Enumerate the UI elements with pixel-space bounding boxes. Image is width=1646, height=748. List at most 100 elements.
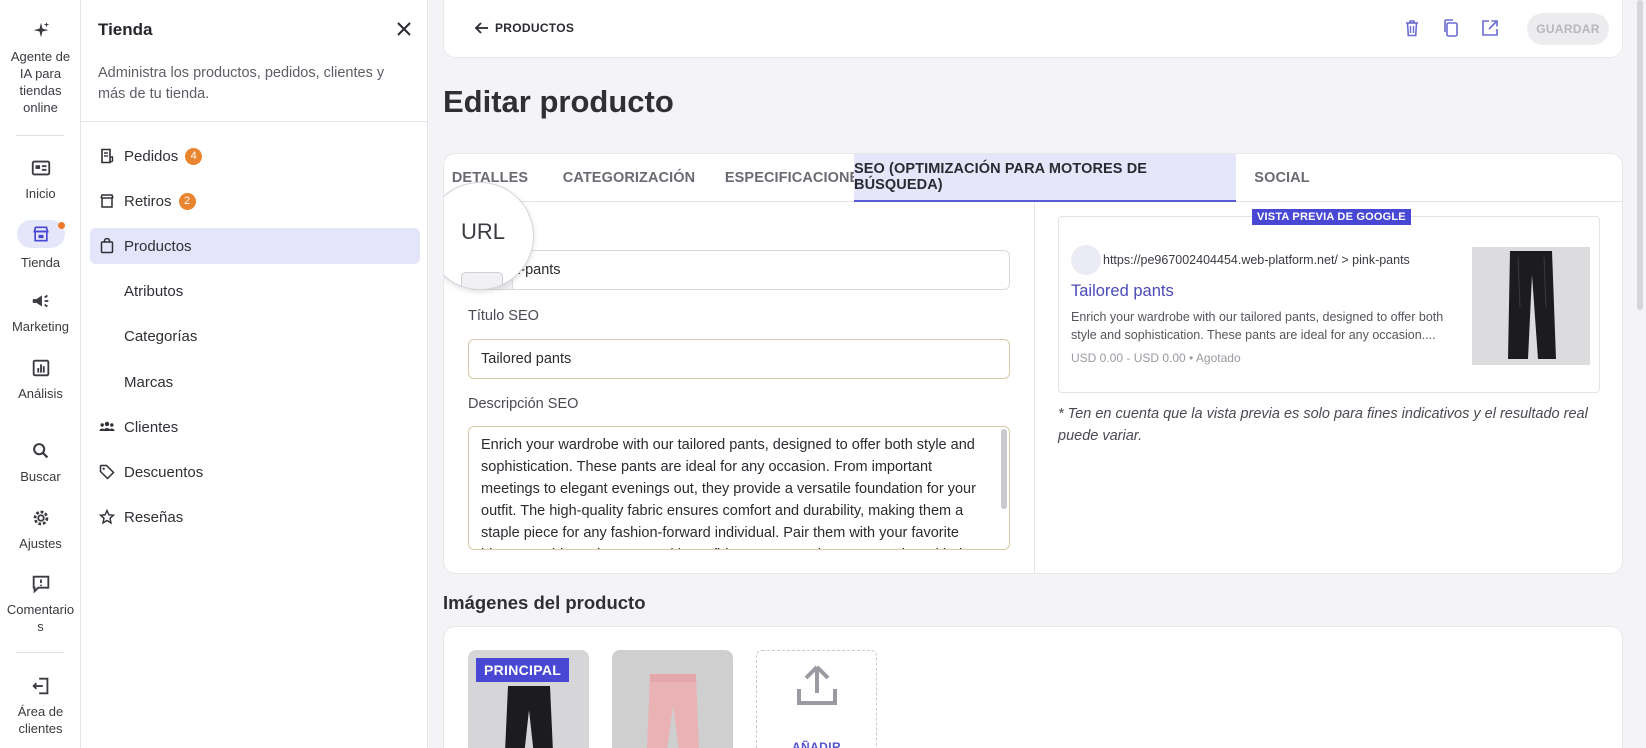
tab-categorizacion[interactable]: CATEGORIZACIÓN xyxy=(540,154,718,202)
tab-social[interactable]: SOCIAL xyxy=(1244,154,1320,202)
product-image-pink[interactable] xyxy=(612,650,733,748)
rail-item-ai-agent[interactable]: Agente de IA para tiendas online xyxy=(0,20,81,116)
seo-title-input[interactable]: Tailored pants xyxy=(468,339,1010,379)
receipt-icon xyxy=(99,148,115,164)
rail-label: Ajustes xyxy=(19,536,62,551)
sidebar-item-label: Reseñas xyxy=(124,508,184,526)
preview-description: Enrich your wardrobe with our tailored p… xyxy=(1071,310,1444,342)
product-edit-card: DETALLES CATEGORIZACIÓN ESPECIFICACIONES… xyxy=(443,153,1623,574)
rail-label: Agente de IA para tiendas online xyxy=(10,49,71,115)
page-scrollbar[interactable] xyxy=(1637,0,1643,310)
count-badge: 4 xyxy=(185,147,203,165)
seo-description-label: Descripción SEO xyxy=(468,396,579,412)
sidebar-item-descuentos[interactable]: Descuentos xyxy=(90,454,420,490)
tag-icon xyxy=(99,464,115,480)
seo-description-textarea[interactable]: Enrich your wardrobe with our tailored p… xyxy=(468,426,1010,550)
sidebar-item-label: Atributos xyxy=(124,282,184,300)
count-badge: 2 xyxy=(178,192,196,210)
sidebar-item-label: Clientes xyxy=(124,418,179,436)
sidebar-item-atributos[interactable]: Atributos xyxy=(90,273,420,309)
sidebar-title: Tienda xyxy=(98,20,153,39)
rail-label: Inicio xyxy=(25,186,56,201)
url-prefix-zoomed: / xyxy=(461,272,503,289)
sidebar-item-label: Categorías xyxy=(124,327,198,345)
trash-icon[interactable] xyxy=(1402,18,1422,38)
rail-item-ajustes[interactable]: Ajustes xyxy=(0,507,81,552)
rail-label: Marketing xyxy=(11,319,70,334)
rail-label: Análisis xyxy=(18,386,63,401)
sidebar-item-label: Pedidos xyxy=(124,147,179,165)
duplicate-icon[interactable] xyxy=(1441,18,1461,38)
pickup-icon xyxy=(99,193,115,209)
rail-item-inicio[interactable]: Inicio xyxy=(0,157,81,202)
arrow-left-icon xyxy=(474,22,488,34)
sidebar-description: Administra los productos, pedidos, clien… xyxy=(98,65,385,102)
sidebar-item-label: Productos xyxy=(124,237,192,255)
rail-label: Comentarios xyxy=(6,602,75,634)
images-card: PRINCIPAL AÑADIR xyxy=(443,626,1623,748)
preview-url: https://pe967002404454.web-platform.net/… xyxy=(1103,253,1410,267)
upload-icon xyxy=(796,663,838,707)
rail-item-buscar[interactable]: Buscar xyxy=(0,440,81,485)
store-icon xyxy=(16,220,65,248)
rail-divider xyxy=(16,135,64,136)
sidebar-item-label: Retiros xyxy=(124,192,172,210)
sidebar-divider xyxy=(81,121,428,122)
add-image-button[interactable]: AÑADIR xyxy=(756,650,877,748)
open-external-icon[interactable] xyxy=(1480,18,1500,38)
search-icon xyxy=(30,440,52,462)
sidebar-item-productos[interactable]: Productos xyxy=(90,228,420,264)
close-icon[interactable] xyxy=(395,20,413,38)
tab-bar: DETALLES CATEGORIZACIÓN ESPECIFICACIONES… xyxy=(444,154,1622,202)
sparkle-icon xyxy=(30,20,52,42)
notification-dot xyxy=(57,222,65,229)
sidebar-item-retiros[interactable]: Retiros 2 xyxy=(90,183,420,219)
sidebar-item-pedidos[interactable]: Pedidos 4 xyxy=(90,138,420,174)
feedback-icon xyxy=(30,573,52,595)
back-to-products-link[interactable]: PRODUCTOS xyxy=(474,20,574,36)
seo-title-label: Título SEO xyxy=(468,308,539,324)
star-icon xyxy=(98,508,116,525)
rail-item-analisis[interactable]: Análisis xyxy=(0,357,81,402)
preview-title: Tailored pants xyxy=(1071,282,1174,300)
sidebar-item-label: Marcas xyxy=(124,373,174,391)
principal-badge: PRINCIPAL xyxy=(476,658,570,682)
rail-item-area-clientes[interactable]: Área de clientes xyxy=(0,675,81,737)
rail-label: Área de clientes xyxy=(17,704,64,736)
seo-description-text: Enrich your wardrobe with our tailored p… xyxy=(481,437,976,549)
textarea-scrollbar[interactable] xyxy=(1001,429,1007,509)
rail-item-comentarios[interactable]: Comentarios xyxy=(0,573,81,635)
preview-price: USD 0.00 - USD 0.00 • Agotado xyxy=(1071,351,1241,365)
preview-note: * Ten en cuenta que la vista previa es s… xyxy=(1058,406,1588,444)
favicon-placeholder xyxy=(1071,245,1101,275)
tab-seo[interactable]: SEO (OPTIMIZACIÓN PARA MOTORES DE BÚSQUE… xyxy=(854,154,1236,202)
sidebar-item-categorias[interactable]: Categorías xyxy=(90,318,420,354)
page-title: Editar producto xyxy=(443,84,674,119)
google-preview: VISTA PREVIA DE GOOGLE https://pe9670024… xyxy=(1058,209,1600,393)
url-slug-input[interactable]: / k-pants xyxy=(468,250,1010,290)
people-icon xyxy=(99,419,115,435)
rail-label: Tienda xyxy=(20,255,61,270)
sidebar-item-resenas[interactable]: Reseñas xyxy=(90,499,420,535)
sidebar-item-label: Descuentos xyxy=(124,463,204,481)
logout-icon xyxy=(30,675,52,697)
chart-icon xyxy=(30,357,52,379)
megaphone-icon xyxy=(30,290,52,312)
app-rail: Agente de IA para tiendas online Inicio … xyxy=(0,0,81,748)
url-label: URL xyxy=(461,219,506,244)
store-sidebar: Tienda Administra los productos, pedidos… xyxy=(81,0,428,748)
gear-icon xyxy=(30,507,52,529)
preview-product-image xyxy=(1472,247,1590,365)
editor-toolbar: PRODUCTOS GUARDAR xyxy=(443,0,1623,58)
sidebar-item-marcas[interactable]: Marcas xyxy=(90,364,420,400)
column-divider xyxy=(1034,202,1035,573)
home-icon xyxy=(30,157,52,179)
product-image-black[interactable]: PRINCIPAL xyxy=(468,650,589,748)
rail-item-tienda[interactable]: Tienda xyxy=(0,220,81,271)
save-button[interactable]: GUARDAR xyxy=(1527,13,1609,45)
rail-item-marketing[interactable]: Marketing xyxy=(0,290,81,335)
sidebar-item-clientes[interactable]: Clientes xyxy=(90,409,420,445)
bag-icon xyxy=(99,237,115,254)
back-label: PRODUCTOS xyxy=(495,21,575,35)
add-image-label: AÑADIR xyxy=(791,740,842,748)
